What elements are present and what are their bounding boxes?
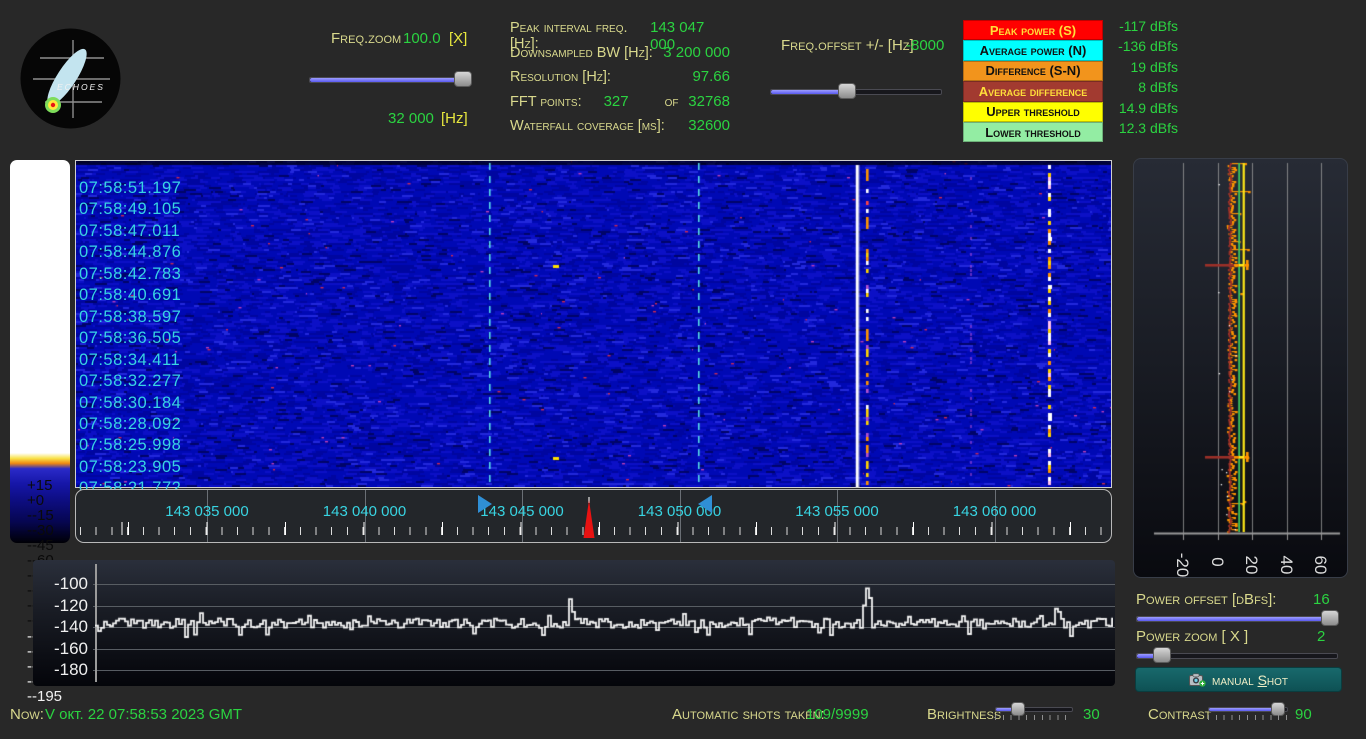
- info-value: 32600: [688, 117, 730, 134]
- average-power-value: -136 dBfs: [1098, 38, 1178, 58]
- legend-values: -117 dBfs -136 dBfs 19 dBfs 8 dBfs 14.9 …: [1098, 18, 1178, 140]
- db-scale-label: +15: [27, 478, 52, 493]
- db-scale-label: +0: [27, 493, 44, 508]
- contrast-label: Contrast: [1148, 706, 1211, 723]
- now-label: Now:: [10, 706, 44, 723]
- power-axis-label: -140: [33, 617, 88, 637]
- power-zoom-slider[interactable]: [1136, 647, 1338, 663]
- echoes-main-window: ECHOES Freq.zoom 100.0 [X] 32 000 [Hz] P…: [0, 0, 1366, 739]
- side-axis-label: 60: [1312, 545, 1330, 585]
- legend-average-power-button[interactable]: Average power (N): [963, 40, 1103, 60]
- freq-offset-label: Freq.offset +/- [Hz]: [781, 37, 914, 54]
- legend-lower-threshold-button[interactable]: Lower threshold: [963, 122, 1103, 142]
- now-value: V окт. 22 07:58:53 2023 GMT: [45, 706, 242, 723]
- info-label: Waterfall coverage [ms]:: [510, 118, 665, 134]
- peak-frequency-marker: [581, 497, 597, 539]
- info-label: FFT points:: [510, 94, 582, 110]
- info-value: 32768: [688, 93, 730, 110]
- waterfall-display[interactable]: 07:58:51.197 07:58:49.105 07:58:47.011 0…: [75, 160, 1112, 488]
- contrast-value: 90: [1295, 706, 1312, 723]
- side-axis-label: 20: [1243, 545, 1261, 585]
- info-label: Downsampled BW [Hz]:: [510, 45, 653, 61]
- brightness-label: Brightness: [927, 706, 1001, 723]
- power-offset-value: 16: [1313, 591, 1330, 608]
- freq-zoom-slider[interactable]: [309, 71, 469, 87]
- waterfall-canvas[interactable]: [76, 161, 1111, 487]
- freq-tick-label: 143 060 000: [940, 503, 1050, 520]
- freq-tick-label: 143 040 000: [310, 503, 420, 520]
- info-value: 97.66: [692, 68, 730, 85]
- db-scale-label: --15: [27, 508, 54, 523]
- waterfall-timestamps: 07:58:51.197 07:58:49.105 07:58:47.011 0…: [79, 178, 181, 500]
- side-axis-label: -20: [1174, 545, 1192, 585]
- freq-zoom-value: 100.0: [403, 30, 441, 47]
- power-offset-slider[interactable]: [1136, 610, 1338, 626]
- shot-range-right-arrow[interactable]: [698, 495, 712, 513]
- shot-range-left-arrow[interactable]: [478, 495, 492, 513]
- logo-text: ECHOES: [57, 82, 105, 92]
- average-diff-value: 8 dBfs: [1098, 79, 1178, 99]
- echoes-logo: ECHOES: [20, 28, 121, 129]
- side-axis-label: 0: [1209, 542, 1227, 582]
- db-scale-label: --195: [27, 689, 62, 704]
- power-axis-label: -180: [33, 660, 88, 680]
- legend-difference-button[interactable]: Difference (S-N): [963, 61, 1103, 81]
- power-zoom-label: Power zoom [ X ]: [1136, 628, 1248, 645]
- db-scale-label: --45: [27, 538, 54, 553]
- freq-tick-label: 143 055 000: [782, 503, 892, 520]
- legend-average-diff-button[interactable]: Average difference: [963, 81, 1103, 101]
- info-panel: Peak interval freq.[Hz]: 143 047 000 Dow…: [510, 19, 730, 142]
- power-trace-canvas: [95, 562, 1113, 684]
- power-axis-label: -100: [33, 574, 88, 594]
- info-value: 3 200 000: [663, 44, 730, 61]
- trace-legend: Peak power (S) Average power (N) Differe…: [963, 20, 1103, 142]
- shots-taken-value: 109/9999: [806, 706, 869, 723]
- db-scale-label: --30: [27, 523, 54, 538]
- shots-taken-label: Automatic shots taken:: [672, 706, 825, 723]
- side-spectrum-canvas[interactable]: [1134, 159, 1347, 577]
- power-zoom-value: 2: [1317, 628, 1325, 645]
- lower-threshold-value: 12.3 dBfs: [1098, 120, 1178, 140]
- camera-icon: [1189, 673, 1206, 687]
- freq-zoom-unit: [X]: [449, 30, 467, 47]
- side-spectrum-panel[interactable]: [1133, 158, 1348, 578]
- freq-offset-value: -8000: [906, 37, 944, 54]
- difference-value: 19 dBfs: [1098, 59, 1178, 79]
- legend-peak-power-button[interactable]: Peak power (S): [963, 20, 1103, 40]
- freq-offset-slider[interactable]: [770, 83, 942, 99]
- legend-upper-threshold-button[interactable]: Upper threshold: [963, 102, 1103, 122]
- db-color-scale: +15 +0 --15 --30 --45 --60 --75 --90 --1…: [10, 160, 70, 543]
- info-label: Resolution [Hz]:: [510, 69, 611, 85]
- power-axis-label: -160: [33, 639, 88, 659]
- power-spectrum-plot[interactable]: -100 -120 -140 -160 -180: [33, 560, 1115, 686]
- manual-shot-button[interactable]: manual Shot: [1135, 667, 1342, 692]
- freq-tick-label: 143 050 000: [625, 503, 735, 520]
- info-of: of: [665, 94, 679, 110]
- side-axis-label: 40: [1278, 545, 1296, 585]
- freq-zoom-label: Freq.zoom: [331, 30, 401, 47]
- info-value: 327: [604, 93, 629, 110]
- upper-threshold-value: 14.9 dBfs: [1098, 100, 1178, 120]
- brightness-value: 30: [1083, 706, 1100, 723]
- power-offset-label: Power offset [dBfs]:: [1136, 591, 1276, 608]
- freq-span-unit: [Hz]: [441, 110, 468, 127]
- freq-tick-label: 143 035 000: [152, 503, 262, 520]
- frequency-scale[interactable]: 143 035 000 143 040 000 143 045 000 143 …: [75, 489, 1112, 543]
- peak-power-value: -117 dBfs: [1098, 18, 1178, 38]
- power-axis-label: -120: [33, 596, 88, 616]
- freq-span-value: 32 000: [388, 110, 434, 127]
